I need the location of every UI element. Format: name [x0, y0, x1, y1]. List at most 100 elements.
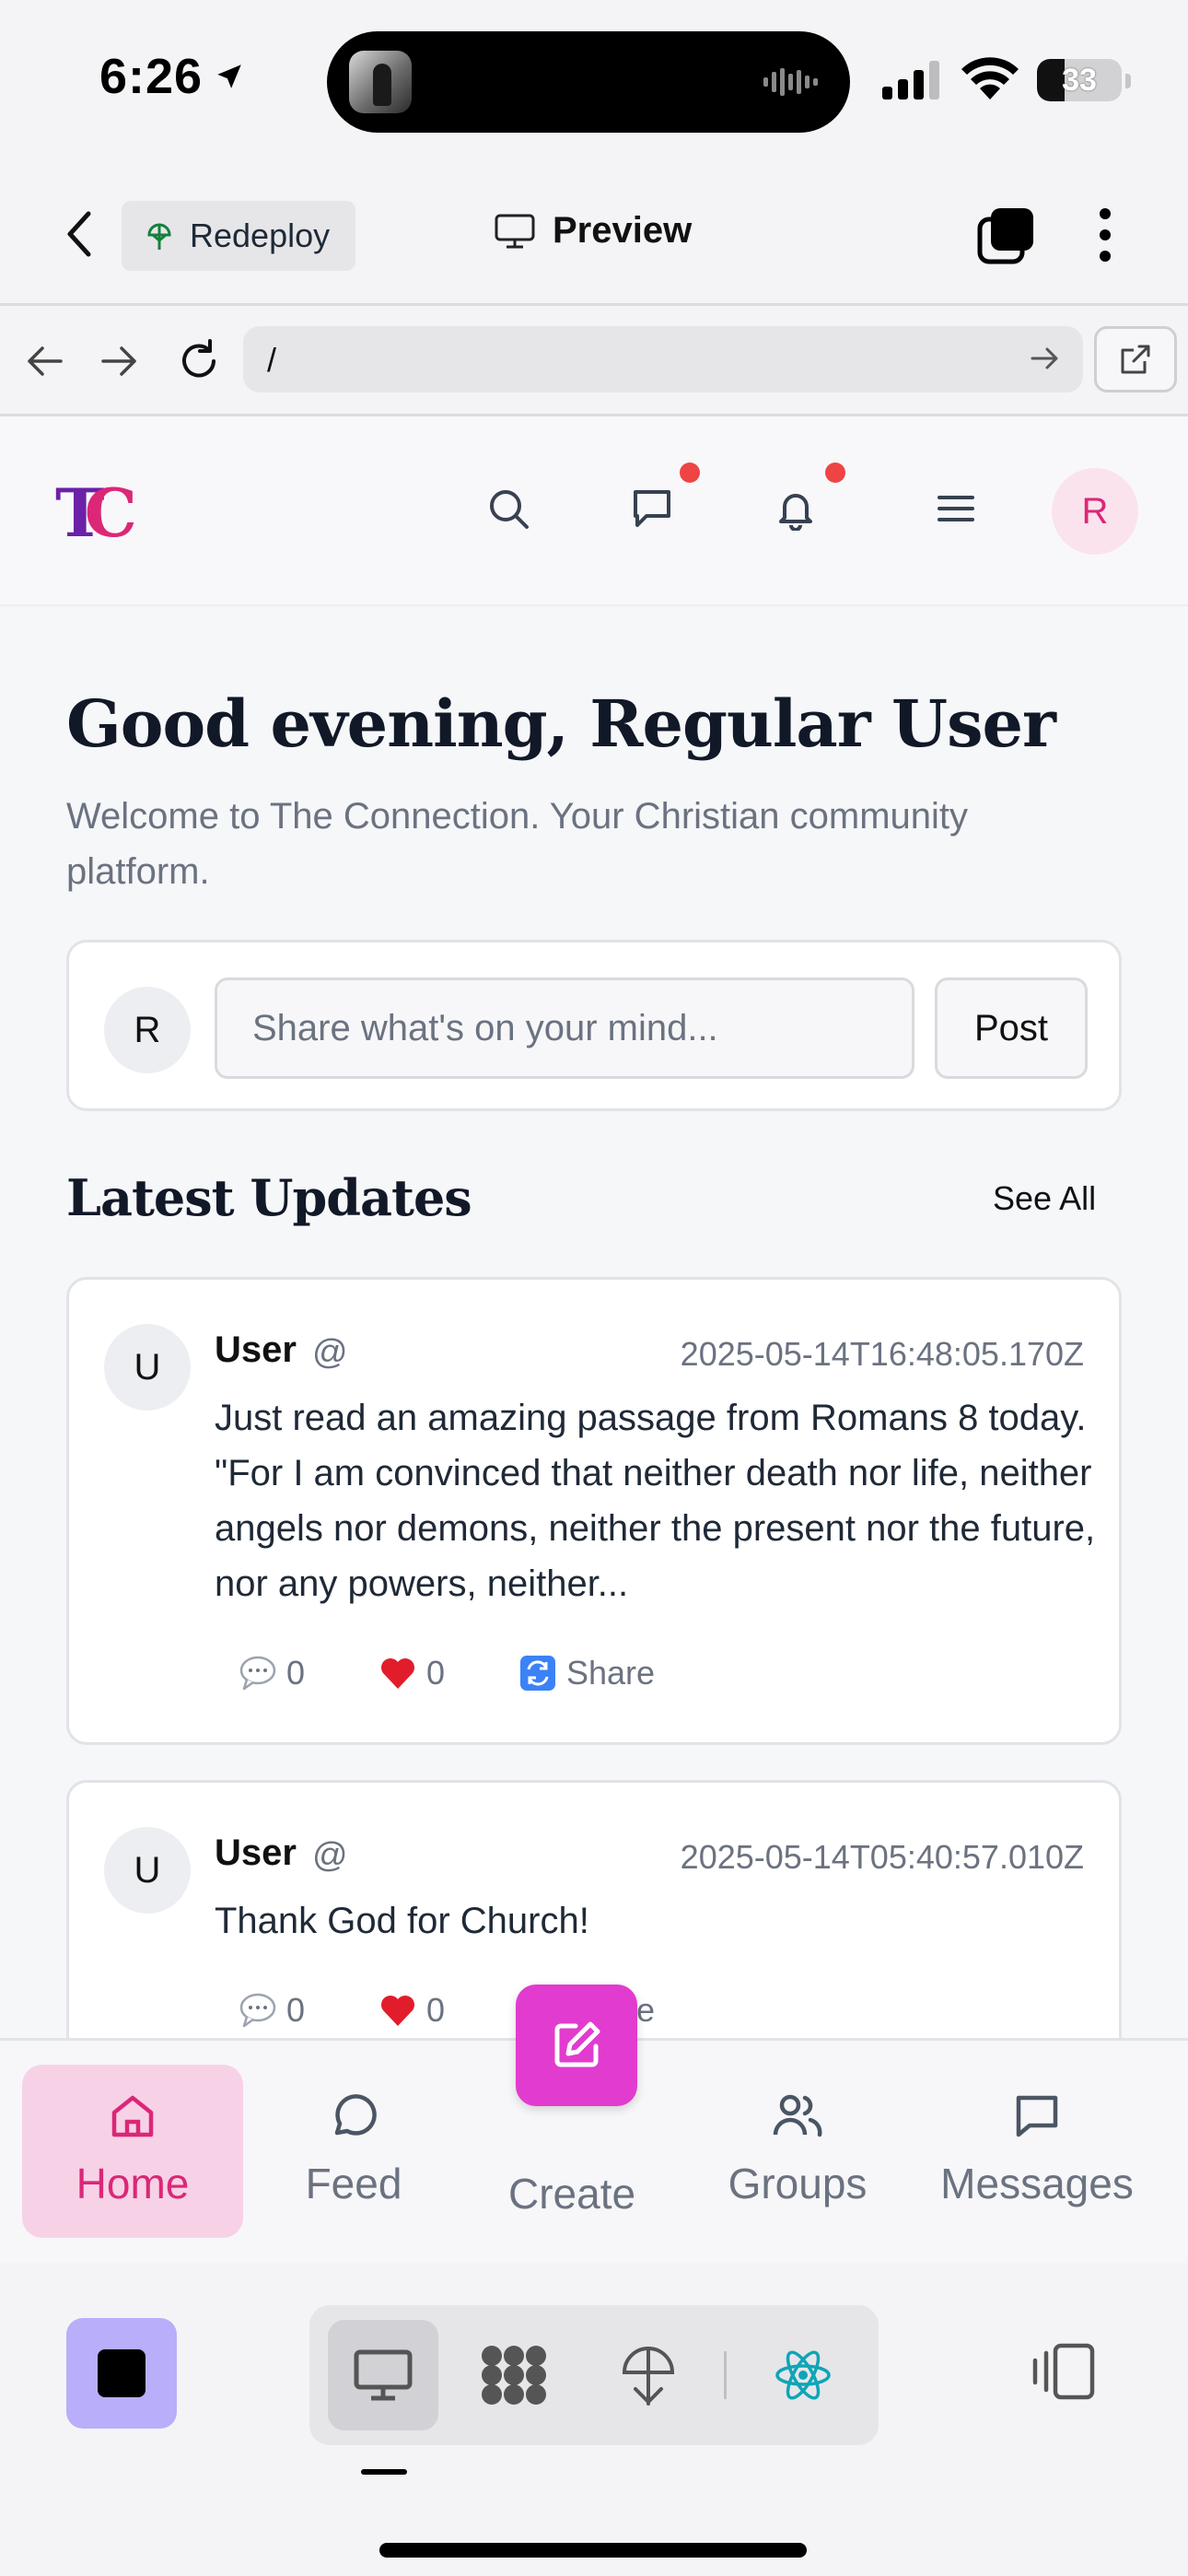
like-count: 0: [426, 1991, 446, 2029]
welcome-text: Welcome to The Connection. Your Christia…: [66, 796, 969, 892]
nav-messages-label: Messages: [940, 2160, 1134, 2207]
deploy-icon: [146, 220, 173, 252]
comment-count: 0: [286, 1654, 306, 1692]
greeting-heading: Good evening, Regular User: [66, 685, 1056, 762]
share-label: Share: [566, 1654, 656, 1692]
back-chevron-icon[interactable]: [61, 208, 98, 260]
site-logo[interactable]: TC: [55, 474, 137, 552]
open-external-button[interactable]: [1094, 326, 1177, 392]
speech-bubble-icon: [239, 1993, 276, 2028]
nav-home[interactable]: Home: [22, 2065, 243, 2238]
chat-bubble-icon: [334, 2094, 377, 2136]
nav-feed[interactable]: Feed: [243, 2065, 464, 2238]
reload-icon[interactable]: [177, 339, 221, 383]
post-body: Thank God for Church!: [215, 1901, 589, 1941]
edit-icon: [554, 2021, 600, 2067]
speech-bubble-icon: [239, 1656, 276, 1691]
monitor-icon: [495, 214, 535, 248]
like-count: 0: [426, 1654, 446, 1692]
menu-icon[interactable]: [934, 486, 978, 531]
bell-icon[interactable]: [774, 486, 818, 531]
post-avatar: U: [104, 1827, 191, 1914]
home-indicator: [379, 2543, 807, 2558]
like-button[interactable]: 0: [379, 1991, 518, 2030]
redeploy-label: Redeploy: [190, 217, 331, 254]
nav-groups[interactable]: Groups: [687, 2065, 908, 2238]
chat-notification-dot: [680, 463, 700, 483]
latest-updates-title: Latest Updates: [66, 1168, 472, 1227]
bell-notification-dot: [825, 463, 845, 483]
stop-square-icon: [98, 2349, 146, 2397]
nav-home-label: Home: [76, 2160, 190, 2207]
composer-input[interactable]: Share what's on your mind...: [215, 978, 914, 1079]
location-arrow-icon: [214, 61, 245, 92]
message-square-icon: [1016, 2095, 1058, 2137]
user-avatar[interactable]: R: [1052, 468, 1138, 555]
url-input[interactable]: /: [243, 326, 1083, 392]
nav-groups-label: Groups: [728, 2160, 868, 2207]
home-icon: [111, 2095, 154, 2137]
users-icon: [773, 2094, 822, 2137]
post-author[interactable]: User: [215, 1329, 297, 1371]
tabs-switcher-icon[interactable]: [976, 206, 1035, 265]
status-time: 6:26: [99, 49, 204, 104]
preview-title[interactable]: Preview: [494, 210, 692, 252]
heart-icon: [381, 1658, 414, 1689]
battery-indicator: 33: [1037, 59, 1122, 101]
composer-avatar: R: [104, 987, 191, 1073]
external-link-icon: [1121, 345, 1150, 374]
url-go-arrow-icon[interactable]: [1030, 345, 1061, 372]
post-author[interactable]: User: [215, 1832, 297, 1874]
battery-level: 33: [1062, 63, 1097, 98]
nav-create-label[interactable]: Create: [508, 2169, 635, 2219]
react-tool-button[interactable]: [748, 2320, 858, 2430]
now-playing-artwork: [349, 51, 412, 113]
nav-feed-label: Feed: [305, 2160, 402, 2207]
deploy-tool-button[interactable]: [593, 2320, 704, 2430]
more-options-icon[interactable]: [1092, 205, 1118, 265]
monitor-icon: [354, 2349, 413, 2401]
chat-icon[interactable]: [630, 486, 674, 531]
deploy-icon: [622, 2347, 675, 2406]
audio-waveform-icon: [763, 66, 822, 98]
site-header: TC R: [0, 416, 1188, 606]
react-icon: [775, 2350, 831, 2400]
browser-url-bar: /: [0, 306, 1188, 416]
post-card[interactable]: U User @ 2025-05-14T16:48:05.170Z Just r…: [66, 1277, 1122, 1745]
post-timestamp: 2025-05-14T05:40:57.010Z: [680, 1838, 1084, 1876]
nav-back-icon[interactable]: [24, 343, 64, 380]
workspace-tool-button[interactable]: [459, 2320, 569, 2430]
create-post-fab[interactable]: [516, 1985, 637, 2106]
post-handle: @: [312, 1836, 348, 1875]
redeploy-button[interactable]: Redeploy: [122, 201, 355, 271]
wifi-icon: [961, 57, 1019, 100]
post-avatar: U: [104, 1324, 191, 1411]
nav-messages[interactable]: Messages: [926, 2065, 1147, 2238]
comment-count: 0: [286, 1991, 306, 2029]
ios-status-bar: 6:26 33: [0, 0, 1188, 162]
like-button[interactable]: 0: [379, 1654, 518, 1692]
heart-icon: [381, 1996, 414, 2026]
post-actions: 0 0 Share: [239, 1654, 655, 1692]
post-timestamp: 2025-05-14T16:48:05.170Z: [680, 1335, 1084, 1373]
replit-top-bar: Redeploy Preview: [0, 162, 1188, 306]
preview-label: Preview: [553, 210, 693, 251]
device-frame-icon[interactable]: [1030, 2342, 1098, 2401]
replit-dev-toolbar: [0, 2263, 1188, 2576]
dynamic-island: [327, 31, 850, 133]
post-handle: @: [312, 1333, 348, 1372]
see-all-link[interactable]: See All: [993, 1179, 1096, 1218]
post-body: Just read an amazing passage from Romans…: [215, 1398, 1096, 1604]
stop-button[interactable]: [66, 2318, 177, 2429]
comment-button[interactable]: 0: [239, 1654, 379, 1692]
comment-button[interactable]: 0: [239, 1991, 379, 2030]
post-button[interactable]: Post: [935, 978, 1088, 1079]
preview-tool-button[interactable]: [328, 2320, 438, 2430]
cellular-signal-icon: [882, 61, 943, 100]
tool-switcher: [309, 2305, 879, 2445]
repeat-icon: [520, 1656, 555, 1691]
nav-forward-icon[interactable]: [99, 343, 140, 380]
post-composer: R Share what's on your mind... Post: [66, 940, 1122, 1111]
share-button[interactable]: Share: [518, 1654, 655, 1692]
search-icon[interactable]: [486, 486, 530, 531]
